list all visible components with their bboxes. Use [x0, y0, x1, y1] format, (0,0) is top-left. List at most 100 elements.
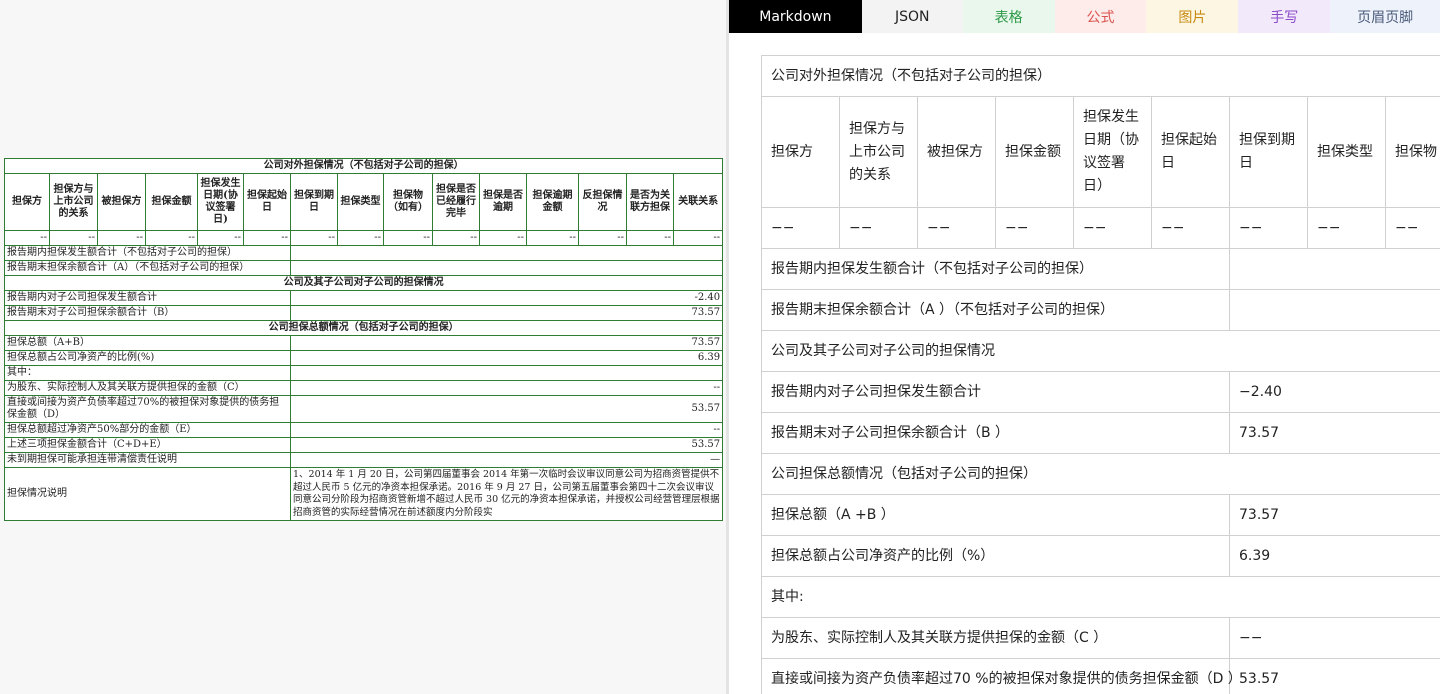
- summary-row: 担保总额超过净资产50%部分的金额（E） --: [4, 422, 724, 438]
- tab-image[interactable]: 图片: [1146, 0, 1239, 33]
- empty-cell: --: [626, 230, 674, 246]
- result-summary-row: 担保总额占公司净资产的比例（%） 6.39: [761, 535, 1440, 577]
- result-summary-row: 为股东、实际控制人及其关联方提供担保的金额（C ） −−: [761, 617, 1440, 659]
- column-header: 担保是否已经履行完毕: [432, 173, 480, 231]
- result-summary-value: [1228, 248, 1440, 290]
- empty-cell: --: [290, 230, 338, 246]
- empty-cell: --: [672, 230, 724, 246]
- summary-value: 73.57: [289, 335, 724, 351]
- document-preview-pane: 公司对外担保情况（不包括对子公司的担保） 担保方 担保方与上市公司的关系 被担保方 担保…: [0, 0, 726, 694]
- column-header: 担保类型: [337, 173, 384, 231]
- summary-row: 未到期担保可能承担连带清偿责任说明 —: [4, 452, 724, 468]
- tab-table[interactable]: 表格: [962, 0, 1055, 33]
- result-summary-value: −2.40: [1228, 371, 1440, 413]
- tab-markdown[interactable]: Markdown: [729, 0, 862, 33]
- tab-handwriting[interactable]: 手写: [1238, 0, 1331, 33]
- summary-label: 其中：: [4, 365, 291, 381]
- result-summary-label: 报告期末对子公司担保余额合计（B ）: [761, 412, 1230, 454]
- summary-value: —: [289, 452, 724, 468]
- result-empty-cell: −−: [1229, 207, 1308, 249]
- scanned-guarantee-table: 公司对外担保情况（不包括对子公司的担保） 担保方 担保方与上市公司的关系 被担保方 担保…: [3, 158, 724, 521]
- column-header: 担保逾期金额: [526, 173, 579, 231]
- result-column-header: 担保发生日期（协议签署日）: [1073, 96, 1152, 208]
- empty-cell: --: [383, 230, 433, 246]
- summary-row: 报告期内对子公司担保发生额合计 -2.40: [4, 290, 724, 306]
- summary-row: 报告期内担保发生额合计（不包括对子公司的担保）: [4, 245, 724, 261]
- tab-header-footer[interactable]: 页眉页脚: [1330, 0, 1440, 33]
- result-summary-value: 6.39: [1228, 535, 1440, 577]
- result-column-header: 担保物（如: [1384, 96, 1440, 208]
- summary-value: 6.39: [289, 350, 724, 366]
- result-summary-row: 担保总额（A +B ） 73.57: [761, 494, 1440, 536]
- summary-label: 报告期末担保余额合计（A）（不包括对子公司的担保）: [4, 260, 291, 276]
- note-text: 1、2014 年 1 月 20 日，公司第四届董事会 2014 年第一次临时会议…: [289, 467, 724, 521]
- tab-json[interactable]: JSON: [861, 0, 963, 33]
- markdown-result-view: 公司对外担保情况（不包括对子公司的担保） 担保方 担保方与上市公司的关系 被担保方 担保…: [761, 55, 1440, 694]
- summary-value: -2.40: [289, 290, 724, 306]
- note-row: 担保情况说明 1、2014 年 1 月 20 日，公司第四届董事会 2014 年第…: [4, 467, 724, 521]
- result-summary-value: 73.57: [1228, 494, 1440, 536]
- result-tabs: Markdown JSON 表格 公式 图片 手写 页眉页脚: [729, 0, 1440, 33]
- result-column-header: 担保方: [761, 96, 840, 208]
- result-summary-label: 报告期内对子公司担保发生额合计: [761, 371, 1230, 413]
- empty-cell: --: [197, 230, 244, 246]
- summary-row: 担保总额占公司净资产的比例(%) 6.39: [4, 350, 724, 366]
- result-empty-cell: −−: [761, 207, 840, 249]
- result-table: 公司对外担保情况（不包括对子公司的担保） 担保方 担保方与上市公司的关系 被担保方 担保…: [761, 55, 1440, 694]
- column-header: 担保到期日: [290, 173, 338, 231]
- note-label: 担保情况说明: [4, 467, 291, 521]
- result-title-row: 公司对外担保情况（不包括对子公司的担保）: [761, 55, 1440, 97]
- result-title: 公司对外担保情况（不包括对子公司的担保）: [761, 55, 1440, 97]
- data-row: -- -- -- -- -- -- -- -- -- -- -- -- -- -- --: [4, 230, 724, 246]
- result-empty-cell: −−: [1384, 207, 1440, 249]
- empty-cell: --: [243, 230, 291, 246]
- column-header: 担保方与上市公司的关系: [49, 173, 98, 231]
- column-header: 关联关系: [672, 173, 724, 231]
- section-row: 公司及其子公司对子公司的担保情况: [3, 275, 724, 291]
- summary-label: 担保总额占公司净资产的比例(%): [4, 350, 291, 366]
- column-header: 担保起始日: [243, 173, 291, 231]
- column-header: 担保金额: [145, 173, 198, 231]
- summary-label: 报告期末对子公司担保余额合计（B）: [4, 305, 291, 321]
- empty-cell: --: [97, 230, 146, 246]
- empty-cell: --: [4, 230, 50, 246]
- column-header: 是否为关联方担保: [626, 173, 674, 231]
- result-summary-row: 直接或间接为资产负债率超过70 %的被担保对象提供的债务担保金额（D ） 53.5…: [761, 658, 1440, 694]
- result-data-row: −− −− −− −− −− −− −− −− −−: [761, 207, 1440, 249]
- empty-cell: --: [432, 230, 480, 246]
- summary-value: [289, 260, 724, 276]
- summary-value: [289, 245, 724, 261]
- summary-label: 未到期担保可能承担连带清偿责任说明: [4, 452, 291, 468]
- summary-row: 其中：: [4, 365, 724, 381]
- empty-cell: --: [145, 230, 198, 246]
- summary-value: 53.57: [289, 395, 724, 423]
- summary-row: 直接或间接为资产负债率超过70%的被担保对象提供的债务担保金额（D） 53.57: [4, 395, 724, 423]
- summary-value: 73.57: [289, 305, 724, 321]
- section-title: 公司担保总额情况（包括对子公司的担保）: [3, 320, 724, 336]
- result-pane: Markdown JSON 表格 公式 图片 手写 页眉页脚 公司对外担保情况（…: [729, 0, 1440, 694]
- result-summary-value: −−: [1228, 617, 1440, 659]
- summary-row: 担保总额（A+B） 73.57: [4, 335, 724, 351]
- result-empty-cell: −−: [1307, 207, 1386, 249]
- result-empty-cell: −−: [1151, 207, 1230, 249]
- result-summary-row: 报告期内对子公司担保发生额合计 −2.40: [761, 371, 1440, 413]
- result-summary-label: 担保总额占公司净资产的比例（%）: [761, 535, 1230, 577]
- result-section-title: 公司担保总额情况（包括对子公司的担保）: [761, 453, 1440, 495]
- result-summary-label: 为股东、实际控制人及其关联方提供担保的金额（C ）: [761, 617, 1230, 659]
- empty-cell: --: [337, 230, 384, 246]
- result-summary-value: 73.57: [1228, 412, 1440, 454]
- empty-cell: --: [49, 230, 98, 246]
- summary-label: 直接或间接为资产负债率超过70%的被担保对象提供的债务担保金额（D）: [4, 395, 291, 423]
- summary-row: 上述三项担保金额合计（C+D+E） 53.57: [4, 437, 724, 453]
- result-section-title: 公司及其子公司对子公司的担保情况: [761, 330, 1440, 372]
- column-header: 担保发生日期(协议签署日): [197, 173, 244, 231]
- result-summary-row: 报告期末担保余额合计（A ）（不包括对子公司的担保）: [761, 289, 1440, 331]
- result-summary-row: 其中:: [761, 576, 1440, 618]
- result-summary-label: 报告期内担保发生额合计（不包括对子公司的担保）: [761, 248, 1230, 290]
- result-column-header: 担保类型: [1307, 96, 1386, 208]
- summary-row: 报告期末对子公司担保余额合计（B） 73.57: [4, 305, 724, 321]
- tab-formula[interactable]: 公式: [1054, 0, 1147, 33]
- result-section-title: 其中:: [761, 576, 1440, 618]
- header-row: 担保方 担保方与上市公司的关系 被担保方 担保金额 担保发生日期(协议签署日) 担保起始日…: [4, 173, 724, 231]
- result-column-header: 担保金额: [995, 96, 1074, 208]
